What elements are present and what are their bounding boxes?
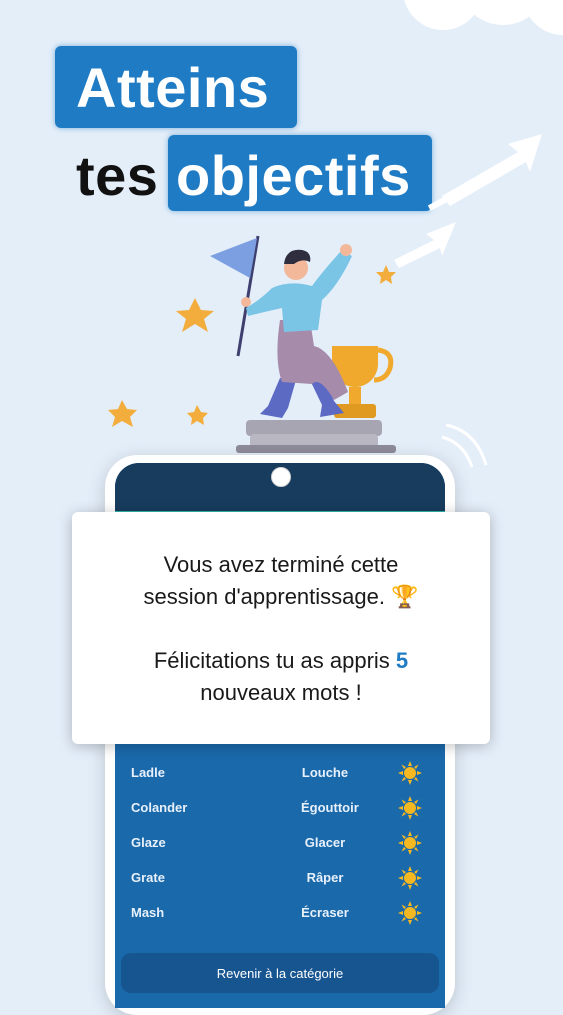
- word-french: Égouttoir: [301, 800, 359, 815]
- word-english: Ladle: [131, 765, 165, 780]
- sun-icon: [398, 901, 422, 925]
- sun-icon: [398, 796, 422, 820]
- sun-icon: [398, 831, 422, 855]
- word-english: Grate: [131, 870, 165, 885]
- back-to-category-button[interactable]: Revenir à la catégorie: [121, 953, 439, 993]
- word-row: Mash Écraser: [115, 898, 445, 928]
- achievement-illustration: [108, 235, 396, 453]
- word-french: Louche: [301, 765, 349, 780]
- card-line-3: Félicitations tu as appris 5: [72, 646, 490, 676]
- word-english: Glaze: [131, 835, 166, 850]
- word-row: Grate Râper: [115, 863, 445, 893]
- word-french: Râper: [306, 870, 344, 885]
- cloud-decoration: [404, 0, 563, 35]
- motion-lines-decoration: [441, 423, 488, 468]
- headline-line1: Atteins: [76, 56, 270, 119]
- headline-word-tes: tes: [76, 144, 159, 207]
- card-line-1: Vous avez terminé cette: [163, 552, 399, 577]
- card-congrats-text: Félicitations tu as appris: [153, 648, 396, 673]
- star-icon: [376, 265, 396, 284]
- camera-notch: [271, 467, 291, 487]
- completion-card: Vous avez terminé cette session d'appren…: [72, 512, 490, 744]
- word-row: Ladle Louche: [115, 758, 445, 788]
- star-icon: [187, 405, 208, 425]
- sun-icon: [398, 761, 422, 785]
- card-line-2: session d'apprentissage. 🏆: [143, 584, 419, 609]
- learned-count: 5: [395, 648, 409, 673]
- sun-icon: [398, 866, 422, 890]
- star-icon: [176, 298, 214, 332]
- word-french: Écraser: [301, 905, 349, 920]
- star-icon: [108, 400, 137, 427]
- word-row: Colander Égouttoir: [115, 793, 445, 823]
- word-french: Glacer: [304, 835, 346, 850]
- word-english: Colander: [131, 800, 188, 815]
- word-row: Glaze Glacer: [115, 828, 445, 858]
- headline-word-objectifs: objectifs: [176, 144, 411, 207]
- card-line-4: nouveaux mots !: [200, 680, 362, 705]
- word-english: Mash: [131, 905, 165, 920]
